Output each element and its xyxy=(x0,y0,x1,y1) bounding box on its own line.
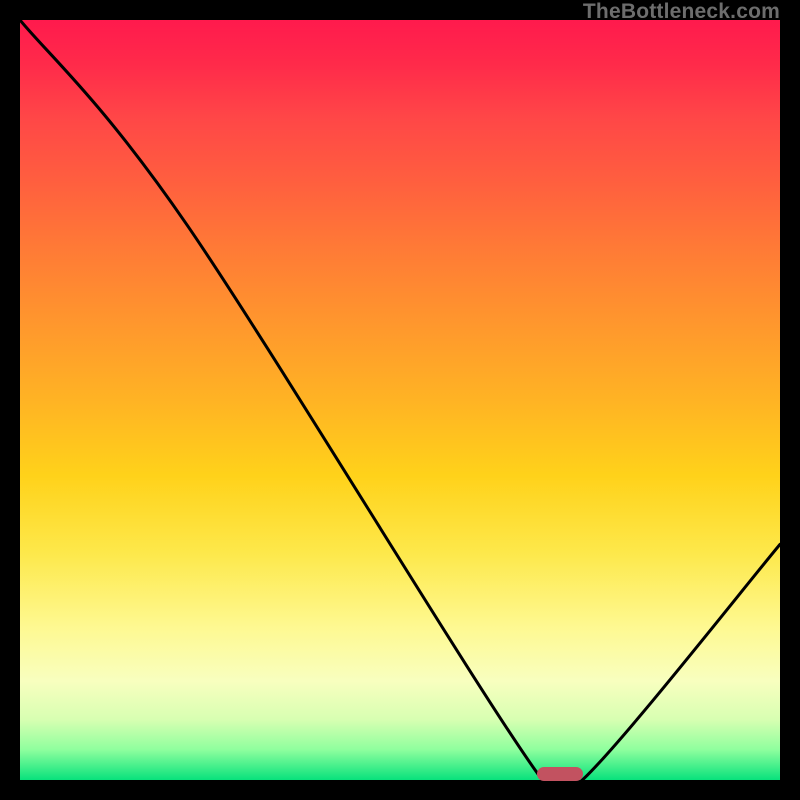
bottleneck-curve xyxy=(20,20,780,780)
chart-frame: TheBottleneck.com xyxy=(0,0,800,800)
optimum-marker xyxy=(537,767,583,781)
plot-area xyxy=(20,20,780,780)
